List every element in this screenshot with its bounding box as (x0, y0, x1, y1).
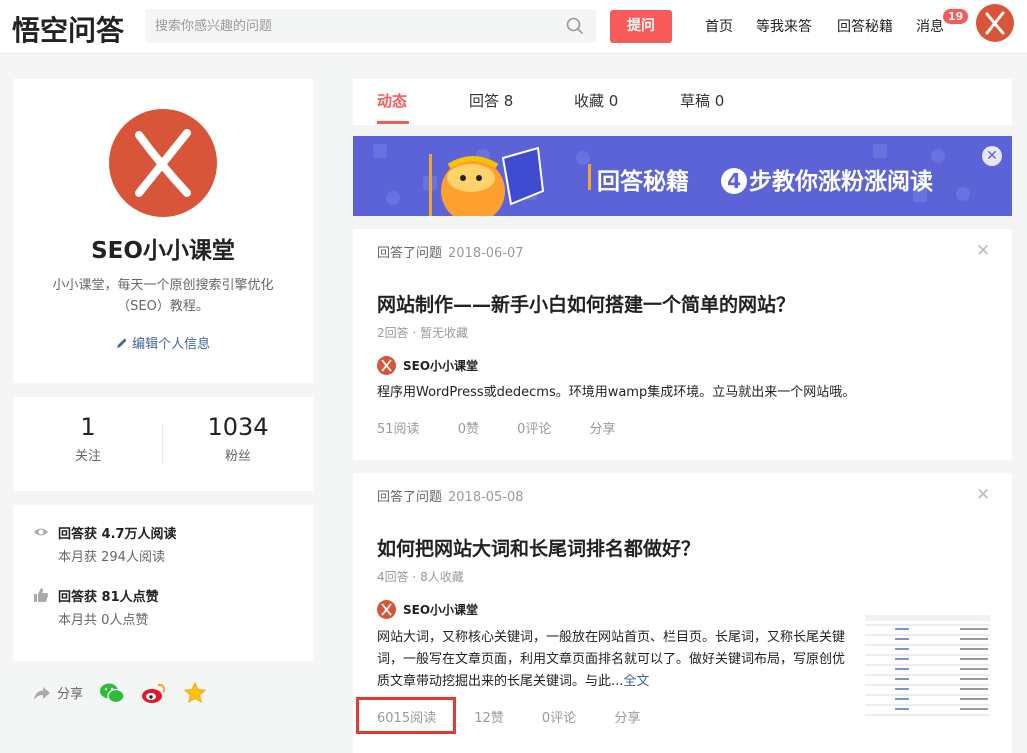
site-logo[interactable]: 悟空问答 (12, 9, 124, 49)
nav-messages[interactable]: 消息 (916, 16, 944, 36)
comment-button[interactable]: 0评论 (542, 707, 576, 726)
close-icon[interactable]: ✕ (976, 241, 990, 261)
answer-excerpt[interactable]: 网站大词，又称核心关键词，一般放在网站首页、栏目页。长尾词，又称长尾关键词，一般… (377, 627, 845, 693)
like-button[interactable]: 0赞 (458, 418, 479, 437)
feed-actions: 51阅读 0赞 0评论 分享 (377, 418, 616, 437)
banner-close-button[interactable]: ✕ (982, 146, 1002, 166)
banner-text-left: 回答秘籍 (597, 169, 689, 195)
feed-item: 回答了问题 2018-06-07 ✕ 网站制作——新手小白如何搭建一个简单的网站？… (353, 229, 1012, 460)
fans-label: 粉丝 (224, 449, 251, 464)
question-title[interactable]: 网站制作——新手小白如何搭建一个简单的网站？ (377, 290, 795, 317)
avatar-x-icon (985, 11, 1005, 35)
message-badge: 19 (943, 9, 969, 24)
nav-answer-tips[interactable]: 回答秘籍 (837, 16, 893, 36)
answer-excerpt[interactable]: 程序用WordPress或dedecms。环境用wamp集成环境。立马就出来一个… (377, 382, 987, 404)
avatar-x-icon (381, 603, 392, 616)
thumbs-up-icon (34, 588, 49, 602)
reads-month: 本月获 294人阅读 (58, 550, 165, 565)
share-arrow-icon[interactable] (33, 685, 51, 701)
profile-card: SEO小小课堂 小小课堂，每天一个原创搜索引擎优化（SEO）教程。 编辑个人信息 (13, 79, 313, 383)
edit-profile-label: 编辑个人信息 (132, 337, 211, 352)
follow-count: 1 (80, 413, 96, 441)
read-count: 51阅读 (377, 422, 420, 437)
search-input[interactable] (155, 9, 555, 43)
pencil-icon (116, 338, 127, 348)
question-stats: 4回答 · 8人收藏 (377, 570, 464, 584)
table-thumbnail-image (865, 611, 990, 725)
like-button[interactable]: 12赞 (474, 707, 504, 726)
author-name[interactable]: SEO小小课堂 (403, 357, 478, 374)
star-favorite-icon[interactable] (183, 681, 206, 704)
feed-date: 2018-05-08 (448, 490, 524, 505)
question-title[interactable]: 如何把网站大词和长尾词排名都做好？ (377, 534, 700, 561)
share-row: 分享 (33, 681, 206, 704)
close-icon[interactable]: ✕ (976, 485, 990, 505)
likes-month: 本月共 0人点赞 (58, 613, 149, 628)
author-name[interactable]: SEO小小课堂 (403, 601, 478, 618)
banner-step-number: 4 (721, 168, 748, 194)
tab-activity[interactable]: 动态 (377, 90, 407, 111)
nav-home[interactable]: 首页 (705, 16, 733, 36)
tab-favorites[interactable]: 收藏 0 (574, 90, 618, 111)
edit-profile-link[interactable]: 编辑个人信息 (13, 333, 313, 352)
nav-wait-answer[interactable]: 等我来答 (756, 16, 812, 36)
profile-name: SEO小小课堂 (91, 238, 235, 264)
promo-banner[interactable]: 回答秘籍 4 步教你涨粉涨阅读 ✕ (353, 136, 1012, 216)
tab-drafts[interactable]: 草稿 0 (680, 90, 724, 111)
active-tab-underline (377, 121, 409, 124)
share-button[interactable]: 分享 (590, 418, 616, 437)
share-label[interactable]: 分享 (57, 687, 83, 702)
top-header: 悟空问答 提问 首页 等我来答 回答秘籍 消息 19 (0, 0, 1027, 54)
search-icon[interactable] (566, 17, 584, 35)
feed-action: 回答了问题 (377, 490, 443, 505)
stats-card: 1 关注 1034 粉丝 (13, 397, 313, 491)
avatar-x-icon (135, 129, 191, 197)
answer-text: 网站大词，又称核心关键词，一般放在网站首页、栏目页。长尾词，又称长尾关键词，一般… (377, 630, 846, 689)
author-avatar[interactable] (377, 600, 396, 619)
likes-total: 回答获 81人点赞 (58, 590, 159, 605)
search-bar[interactable] (145, 9, 596, 43)
comment-button[interactable]: 0评论 (517, 418, 551, 437)
fans-stat[interactable]: 1034 粉丝 (163, 413, 313, 464)
eye-icon (34, 528, 48, 536)
read-count-highlight (356, 697, 456, 734)
follow-label: 关注 (74, 449, 101, 464)
share-button[interactable]: 分享 (614, 707, 640, 726)
ask-button[interactable]: 提问 (610, 10, 672, 43)
achievements-card: 回答获 4.7万人阅读 本月获 294人阅读 回答获 81人点赞 本月共 0人点… (13, 505, 313, 661)
feed-action: 回答了问题 (377, 246, 443, 261)
follow-stat[interactable]: 1 关注 (13, 413, 163, 464)
question-stats: 2回答 · 暂无收藏 (377, 326, 469, 340)
answer-thumbnail[interactable] (865, 611, 990, 725)
feed-meta: 回答了问题 2018-05-08 (377, 486, 524, 505)
user-avatar[interactable] (976, 4, 1014, 42)
feed-meta: 回答了问题 2018-06-07 (377, 242, 524, 261)
banner-text: 回答秘籍 4 步教你涨粉涨阅读 (597, 162, 933, 196)
profile-avatar (109, 109, 217, 217)
tab-answers[interactable]: 回答 8 (469, 90, 513, 111)
fans-count: 1034 (207, 413, 269, 441)
banner-text-right: 步教你涨粉涨阅读 (749, 169, 934, 195)
profile-bio: 小小课堂，每天一个原创搜索引擎优化（SEO）教程。 (52, 278, 274, 314)
reads-total: 回答获 4.7万人阅读 (58, 527, 177, 542)
avatar-x-icon (381, 359, 392, 372)
profile-tabs: 动态 回答 8 收藏 0 草稿 0 (353, 79, 1012, 125)
read-more-link[interactable]: 全文 (623, 674, 649, 689)
author-avatar[interactable] (377, 356, 396, 375)
weibo-icon[interactable] (141, 682, 167, 704)
feed-date: 2018-06-07 (448, 246, 524, 261)
wechat-icon[interactable] (99, 682, 125, 704)
